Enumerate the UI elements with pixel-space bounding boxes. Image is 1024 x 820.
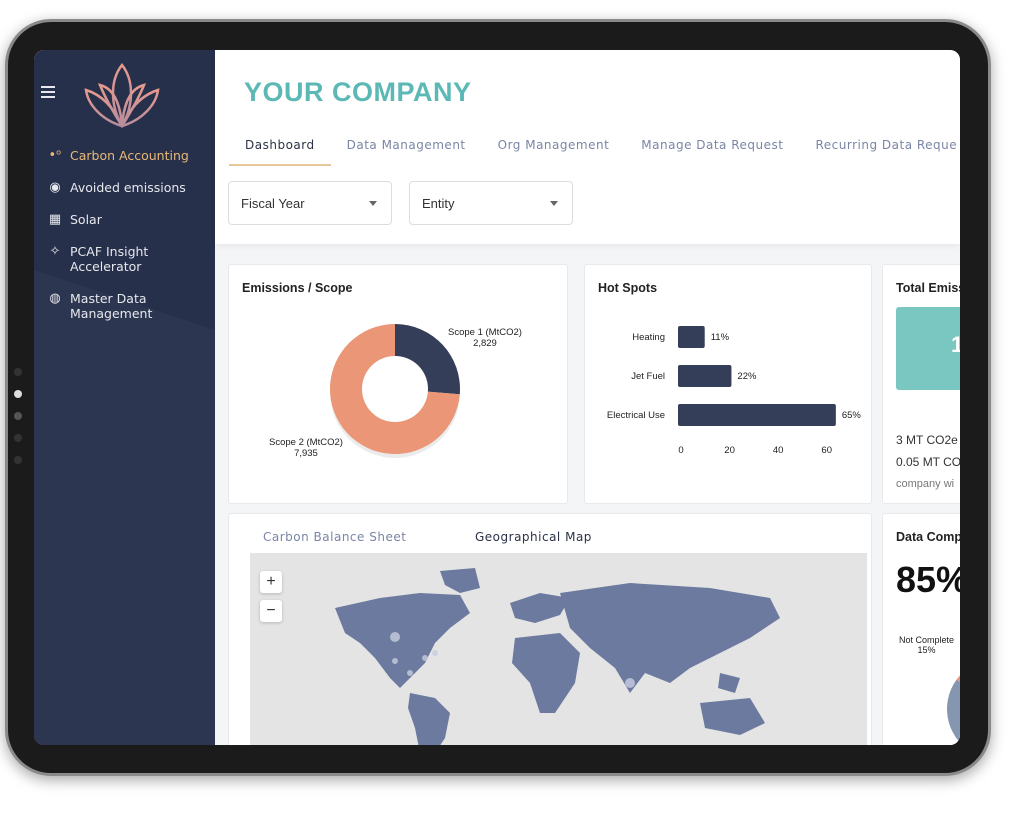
world-map-shapes [335,568,780,745]
tab-org-management[interactable]: Org Management [482,132,626,166]
card-title: Hot Spots [598,281,658,295]
fiscal-year-select[interactable]: Fiscal Year [228,181,392,225]
scope2-label: Scope 2 (MtCO2) 7,935 [269,437,343,459]
x-tick-label: 60 [821,445,832,456]
scope2-value: 7,935 [294,448,318,459]
bar-category-label: Heating [632,332,665,343]
bar-data-label: 22% [737,371,757,382]
page-dot[interactable] [14,412,22,420]
not-complete-value: 15% [917,645,936,655]
company-title: YOUR COMPANY [244,77,472,107]
select-value: Fiscal Year [241,196,305,211]
not-complete-label: Not Complete 15% [899,635,954,655]
avoided-emissions-icon: ◉ [49,180,61,195]
sidebar-item-carbon-accounting[interactable]: •ᵒ Carbon Accounting [34,148,215,163]
sidebar-shade [34,270,215,745]
bar-category-label: Jet Fuel [631,371,665,382]
tab-manage-data-request[interactable]: Manage Data Request [625,132,799,166]
tab-data-management[interactable]: Data Management [331,132,482,166]
sidebar-item-solar[interactable]: ▦ Solar [34,212,215,227]
page-dot[interactable] [14,368,22,376]
data-management-icon: ◍ [49,291,61,306]
sidebar-item-label: Master Data Management [70,291,153,321]
x-tick-label: 40 [773,445,784,456]
page-dot[interactable] [14,456,22,464]
header: YOUR COMPANY Dashboard Data Management O… [215,50,960,244]
page-dots [14,368,22,464]
select-value: Entity [422,196,455,211]
main-tabs: Dashboard Data Management Org Management… [229,132,960,166]
completeness-value: 85% [896,559,960,600]
sidebar-item-label: Avoided emissions [70,180,186,195]
bar-jet-fuel[interactable] [678,365,732,387]
scope1-label: Scope 1 (MtCO2) 2,829 [448,327,522,349]
lotus-logo [84,62,160,129]
total-emissions-card: Total Emiss 10 3 MT CO2e 0.05 MT CO comp… [882,264,960,504]
sidebar-item-label: Carbon Accounting [70,148,189,163]
donut-hole [362,356,428,422]
emissions-scope-card: Emissions / Scope Scope 1 (MtCO2) 2,829 S… [228,264,568,504]
total-emissions-value: 10 [896,307,960,390]
card-title: Emissions / Scope [242,281,353,295]
x-tick-label: 0 [678,445,683,456]
main-content: YOUR COMPANY Dashboard Data Management O… [215,50,960,745]
scope2-name: Scope 2 (MtCO2) [269,437,343,448]
page-dot[interactable] [14,390,22,398]
total-stat: 0.05 MT CO [896,455,960,469]
sidebar-item-label: Solar [70,212,102,227]
data-completeness-card: Data Comp 85% Not Complete15% [882,513,960,745]
sidebar-nav: •ᵒ Carbon Accounting ◉ Avoided emissions ▦… [34,148,215,338]
completeness-pie-chart [947,659,960,745]
sidebar-item-avoided-emissions[interactable]: ◉ Avoided emissions [34,180,215,195]
card-title: Total Emiss [896,281,960,295]
bar-electrical-use[interactable] [678,404,836,426]
carbon-accounting-icon: •ᵒ [48,148,62,163]
bar-heating[interactable] [678,326,705,348]
map-zoom-out-button[interactable]: − [260,600,282,622]
page-dot[interactable] [14,434,22,442]
bar-category-label: Electrical Use [607,410,665,421]
sidebar-item-master-data[interactable]: ◍ Master Data Management [34,291,215,321]
bar-data-label: 65% [842,410,862,421]
total-stat: 3 MT CO2e [896,433,958,447]
entity-select[interactable]: Entity [409,181,573,225]
caret-down-icon [369,201,377,210]
hot-spots-card: Hot Spots Heating 11% Jet Fuel 22% Electrica… [584,264,872,504]
map-zoom-in-button[interactable]: + [260,571,282,593]
hot-spots-bar-chart: Heating 11% Jet Fuel 22% Electrical Use 65% 0 2… [607,326,862,456]
app-screen: •ᵒ Carbon Accounting ◉ Avoided emissions ▦… [34,50,960,745]
tab-carbon-balance-sheet[interactable]: Carbon Balance Sheet [263,530,406,544]
bar-data-label: 11% [711,332,730,343]
tab-dashboard[interactable]: Dashboard [229,132,331,166]
total-stat: company wi [896,478,955,490]
scope1-value: 2,829 [473,338,497,349]
tab-recurring-data-request[interactable]: Recurring Data Reque [799,132,960,166]
menu-icon[interactable] [41,86,55,101]
not-complete-name: Not Complete [899,635,955,645]
map-card: Carbon Balance Sheet Geographical Map + … [228,513,872,745]
emissions-donut-chart [330,324,460,458]
sidebar-item-pcaf[interactable]: ✧ PCAF Insight Accelerator [34,244,215,274]
tab-geographical-map[interactable]: Geographical Map [459,524,608,556]
world-map[interactable]: + − [250,553,867,745]
card-title: Data Comp [896,530,960,544]
x-tick-label: 20 [724,445,735,456]
sidebar: •ᵒ Carbon Accounting ◉ Avoided emissions ▦… [34,50,215,745]
caret-down-icon [550,201,558,210]
scope1-name: Scope 1 (MtCO2) [448,327,522,338]
sidebar-item-label: PCAF Insight Accelerator [70,244,149,274]
sparkle-chart-icon: ✧ [49,244,61,259]
solar-panel-icon: ▦ [48,212,62,227]
pie-slice-complete[interactable] [947,659,960,745]
